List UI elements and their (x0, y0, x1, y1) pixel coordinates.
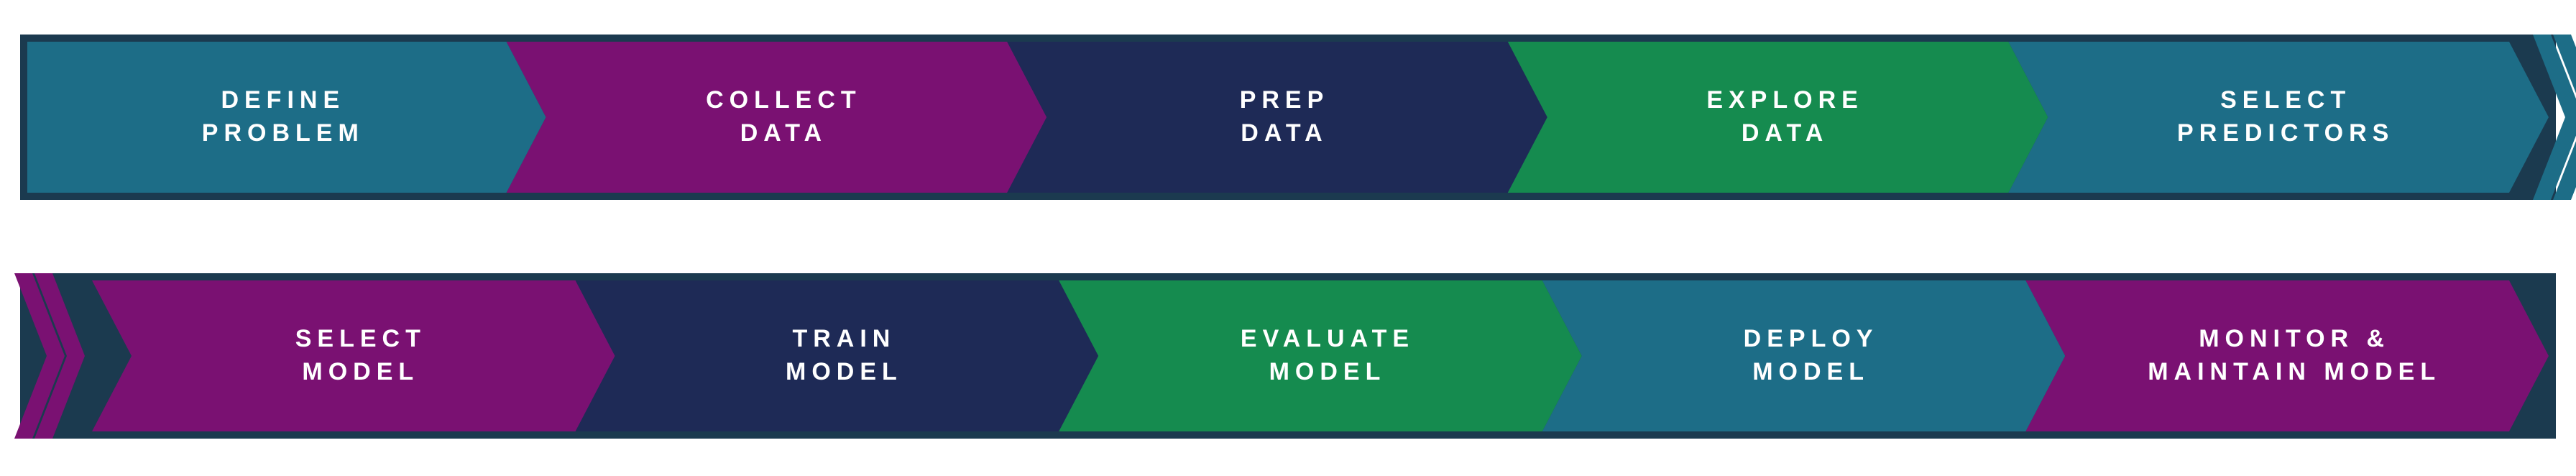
step-prep-data: PREP DATA (1007, 42, 1547, 193)
step-select-model: SELECT MODEL (92, 280, 615, 431)
step-label-line2: PREDICTORS (2177, 117, 2394, 150)
step-monitor-maintain-model: MONITOR & MAINTAIN MODEL (2025, 280, 2549, 431)
step-label-line2: PROBLEM (202, 117, 364, 150)
process-row-1: DEFINE PROBLEM COLLECT DATA PREP DATA EX… (20, 35, 2556, 200)
step-label-line1: PREP (1240, 84, 1330, 117)
step-collect-data: COLLECT DATA (507, 42, 1047, 193)
step-select-predictors: SELECT PREDICTORS (2008, 42, 2549, 193)
step-evaluate-model: EVALUATE MODEL (1059, 280, 1582, 431)
step-label-line2: MODEL (786, 356, 903, 389)
step-label-line1: SELECT (2177, 84, 2394, 117)
process-diagram: DEFINE PROBLEM COLLECT DATA PREP DATA EX… (0, 0, 2576, 476)
step-label-line1: EXPLORE (1706, 84, 1863, 117)
step-label-line2: DATA (706, 117, 862, 150)
step-label-line2: MODEL (295, 356, 426, 389)
step-label-line1: MONITOR & (2148, 323, 2441, 356)
step-label-line2: MODEL (1241, 356, 1414, 389)
step-label-line1: DEPLOY (1744, 323, 1879, 356)
step-label-line2: DATA (1240, 117, 1330, 150)
step-deploy-model: DEPLOY MODEL (1542, 280, 2066, 431)
process-row-2: SELECT MODEL TRAIN MODEL EVALUATE MODEL … (20, 273, 2556, 439)
step-label-line2: MAINTAIN MODEL (2148, 356, 2441, 389)
step-label-line1: DEFINE (202, 84, 364, 117)
step-label-line1: EVALUATE (1241, 323, 1414, 356)
chevron-right-icon (2553, 35, 2576, 200)
step-label-line2: DATA (1706, 117, 1863, 150)
step-label-line1: SELECT (295, 323, 426, 356)
step-label-line1: COLLECT (706, 84, 862, 117)
step-label-line2: MODEL (1744, 356, 1879, 389)
step-train-model: TRAIN MODEL (576, 280, 1099, 431)
step-explore-data: EXPLORE DATA (1508, 42, 2048, 193)
step-label-line1: TRAIN (786, 323, 903, 356)
step-define-problem: DEFINE PROBLEM (27, 42, 546, 193)
